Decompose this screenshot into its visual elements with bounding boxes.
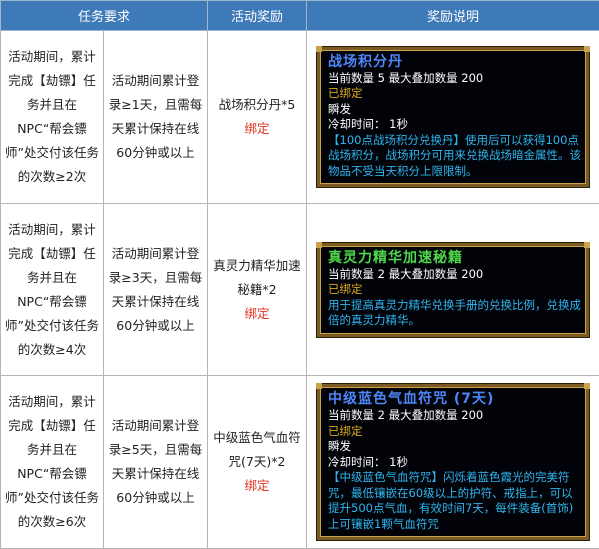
condition-cell: 活动期间累计登录≥5天，且需每天累计保持在线60分钟或以上 bbox=[102, 375, 209, 549]
bound-tag: 绑定 bbox=[244, 305, 270, 321]
award-name: 中级蓝色气血符咒(7天)*2 bbox=[213, 430, 301, 469]
item-bound-status: 已绑定 bbox=[328, 86, 363, 101]
award-cell: 真灵力精华加速秘籍*2 绑定 bbox=[207, 203, 308, 376]
item-quantity: 当前数量 2 最大叠加数量 200 bbox=[328, 408, 484, 422]
award-cell: 中级蓝色气血符咒(7天)*2 绑定 bbox=[207, 375, 308, 549]
item-bound-status: 已绑定 bbox=[328, 282, 363, 296]
item-cooldown: 冷却时间： 1秒 bbox=[328, 117, 408, 132]
item-quantity: 当前数量 2 最大叠加数量 200 bbox=[328, 266, 484, 281]
award-cell: 战场积分丹*5 绑定 bbox=[207, 30, 308, 204]
description-cell: 战场积分丹 当前数量 5 最大叠加数量 200 已绑定 瞬发 冷却时间： 1秒 … bbox=[306, 30, 599, 204]
item-name: 中级蓝色气血符咒 (7天) bbox=[328, 391, 495, 407]
item-cast-type: 瞬发 bbox=[328, 439, 352, 453]
requirement-cell: 活动期间，累计完成【劫镖】任务并且在NPC“帮会镖师”处交付该任务的次数≥2次 bbox=[0, 30, 104, 204]
header-description: 奖励说明 bbox=[306, 0, 599, 31]
item-bound-status: 已绑定 bbox=[328, 423, 363, 438]
item-cast-type: 瞬发 bbox=[328, 101, 352, 116]
table-row: 活动期间，累计完成【劫镖】任务并且在NPC“帮会镖师”处交付该任务的次数≥2次 … bbox=[0, 30, 599, 204]
item-description: 用于提高真灵力精华兑换手册的兑换比例，兑换成倍的真灵力精华。 bbox=[328, 297, 582, 328]
item-tooltip: 中级蓝色气血符咒 (7天) 当前数量 2 最大叠加数量 200 已绑定 瞬发 冷… bbox=[316, 383, 591, 540]
description-cell: 中级蓝色气血符咒 (7天) 当前数量 2 最大叠加数量 200 已绑定 瞬发 冷… bbox=[306, 375, 599, 549]
item-tooltip: 真灵力精华加速秘籍 当前数量 2 最大叠加数量 200 已绑定 用于提高真灵力精… bbox=[316, 241, 591, 337]
description-cell: 真灵力精华加速秘籍 当前数量 2 最大叠加数量 200 已绑定 用于提高真灵力精… bbox=[306, 203, 599, 376]
item-tooltip: 战场积分丹 当前数量 5 最大叠加数量 200 已绑定 瞬发 冷却时间： 1秒 … bbox=[316, 45, 591, 188]
table-row: 活动期间，累计完成【劫镖】任务并且在NPC“帮会镖师”处交付该任务的次数≥4次 … bbox=[0, 203, 599, 376]
header-award: 活动奖励 bbox=[207, 0, 308, 31]
item-name: 战场积分丹 bbox=[328, 53, 404, 70]
bound-tag: 绑定 bbox=[244, 121, 270, 136]
item-name: 真灵力精华加速秘籍 bbox=[328, 249, 464, 266]
condition-cell: 活动期间累计登录≥1天，且需每天累计保持在线60分钟或以上 bbox=[102, 30, 209, 204]
header-row: 任务要求 活动奖励 奖励说明 bbox=[0, 0, 599, 31]
requirement-cell: 活动期间，累计完成【劫镖】任务并且在NPC“帮会镖师”处交付该任务的次数≥4次 bbox=[0, 203, 104, 376]
table-row: 活动期间，累计完成【劫镖】任务并且在NPC“帮会镖师”处交付该任务的次数≥6次 … bbox=[0, 375, 599, 549]
item-description: 【中级蓝色气血符咒】闪烁着蓝色霞光的完美符咒，最低镶嵌在60级以上的护符、戒指上… bbox=[328, 470, 574, 531]
item-description: 【100点战场积分兑换丹】使用后可以获得100点战场积分，战场积分可用来兑换战场… bbox=[328, 132, 582, 178]
header-requirement: 任务要求 bbox=[0, 0, 209, 31]
item-cooldown: 冷却时间： 1秒 bbox=[328, 454, 408, 469]
award-name: 真灵力精华加速秘籍*2 bbox=[213, 257, 301, 297]
requirement-cell: 活动期间，累计完成【劫镖】任务并且在NPC“帮会镖师”处交付该任务的次数≥6次 bbox=[0, 375, 104, 549]
item-quantity: 当前数量 5 最大叠加数量 200 bbox=[328, 70, 484, 85]
reward-table: 任务要求 活动奖励 奖励说明 活动期间，累计完成【劫镖】任务并且在NPC“帮会镖… bbox=[0, 0, 599, 549]
condition-cell: 活动期间累计登录≥3天，且需每天累计保持在线60分钟或以上 bbox=[102, 203, 209, 376]
award-name: 战场积分丹*5 bbox=[218, 97, 296, 112]
bound-tag: 绑定 bbox=[244, 478, 270, 493]
